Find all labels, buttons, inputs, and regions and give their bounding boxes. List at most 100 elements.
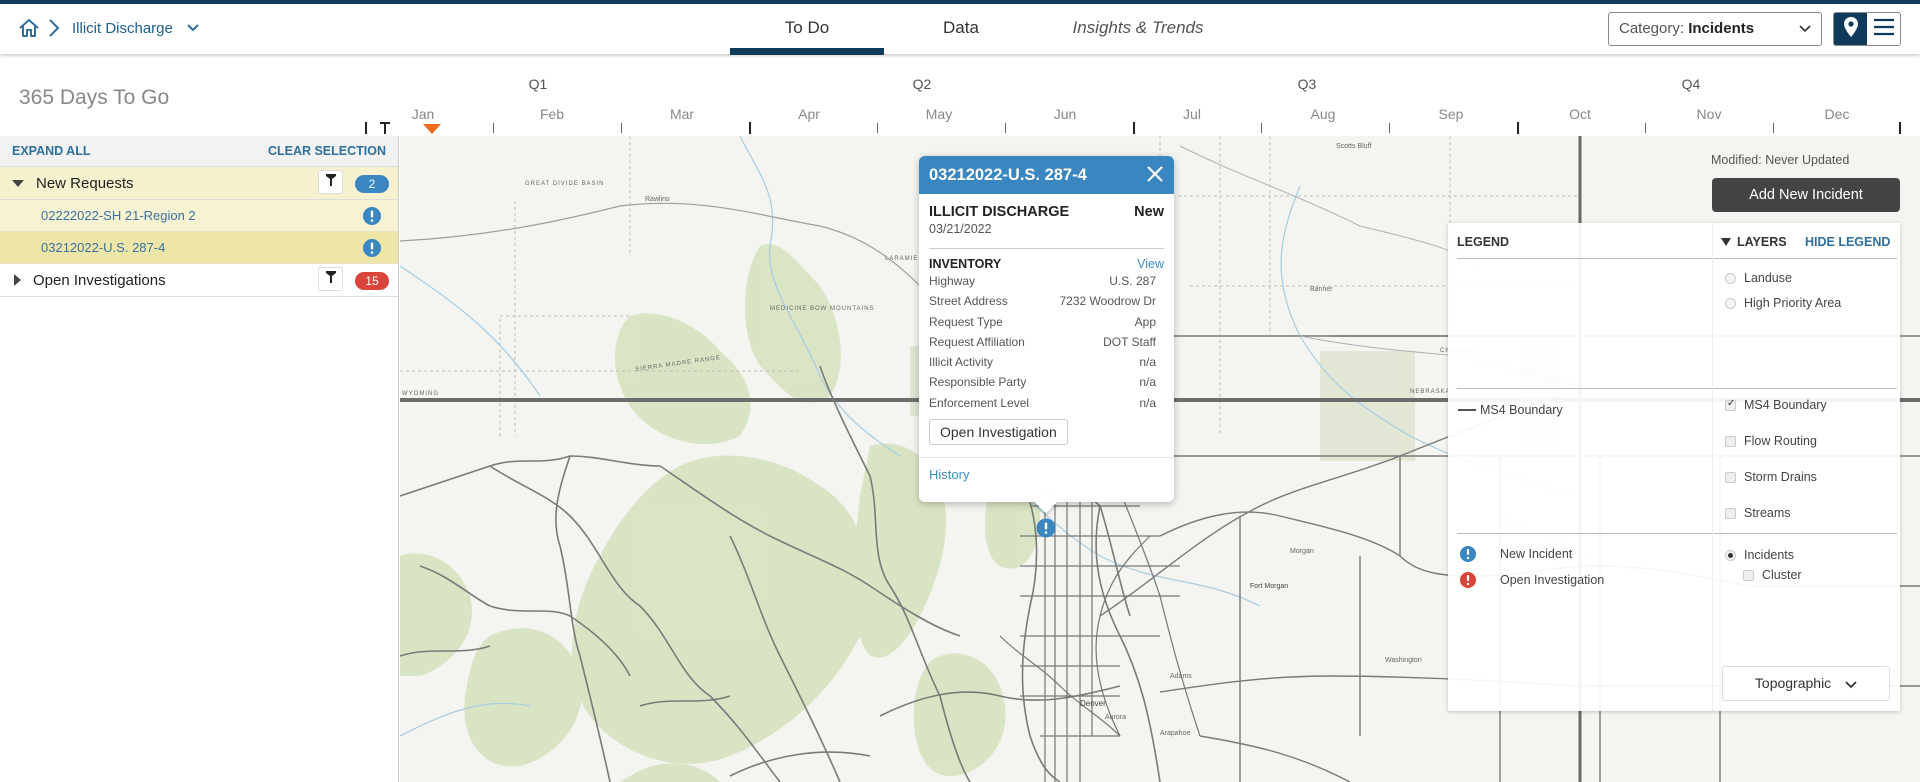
module-name[interactable]: Illicit Discharge <box>72 20 173 37</box>
line-swatch-icon <box>1458 409 1476 411</box>
field-label: Enforcement Level <box>929 395 1030 410</box>
field-label: Illicit Activity <box>929 355 994 370</box>
checkbox[interactable] <box>1743 569 1754 581</box>
layer-check-storm-drains[interactable]: Storm Drains <box>1725 470 1817 484</box>
field-value: App <box>1134 314 1156 329</box>
tab-insights-trends[interactable]: Insights & Trends <box>1038 4 1238 54</box>
home-icon[interactable] <box>18 18 40 38</box>
modified-status: Modified: Never Updated <box>1711 153 1850 167</box>
field-label: Responsible Party <box>929 375 1027 390</box>
map-label: Banner <box>1310 286 1333 293</box>
sidebar-actions: EXPAND ALL CLEAR SELECTION <box>0 136 398 167</box>
legend-label: Open Investigation <box>1500 573 1605 587</box>
group-open-investigations[interactable]: Open Investigations 15 <box>0 264 398 297</box>
new-incident-icon <box>363 239 381 262</box>
month-label: Dec <box>1824 106 1850 122</box>
map-label: Rawlins <box>645 196 670 203</box>
count-badge: 2 <box>355 175 389 193</box>
radio-button[interactable] <box>1725 297 1736 309</box>
layer-label: Streams <box>1744 506 1791 520</box>
list-view-button[interactable] <box>1867 13 1900 45</box>
layer-check-flow-routing[interactable]: Flow Routing <box>1725 434 1817 448</box>
tab-data[interactable]: Data <box>884 4 1038 54</box>
layer-check-streams[interactable]: Streams <box>1725 506 1791 520</box>
layers-title: LAYERS <box>1737 235 1787 249</box>
field-row: Highway U.S. 287 <box>929 271 1164 291</box>
map-label: Aurora <box>1105 714 1127 721</box>
month-tick <box>493 123 494 133</box>
request-id: 02222022-SH 21-Region 2 <box>41 208 196 223</box>
legend-label: MS4 Boundary <box>1480 403 1563 417</box>
chevron-down-icon[interactable] <box>187 19 199 37</box>
layer-check-ms4-boundary[interactable]: MS4 Boundary <box>1725 398 1827 412</box>
layer-radio-landuse[interactable]: Landuse <box>1725 271 1792 285</box>
category-prefix: Category: <box>1619 20 1685 37</box>
days-to-go: 365 Days To Go <box>19 86 170 109</box>
field-row: Request Type App <box>929 312 1164 332</box>
field-value: 7232 Woodrow Dr <box>1059 294 1157 309</box>
quarter-tick <box>749 122 751 134</box>
checkbox[interactable] <box>1725 398 1736 411</box>
inventory-heading: INVENTORY <box>929 257 1002 271</box>
legend-panel: LEGEND MS4 Boundary New Incident Open In… <box>1448 223 1900 711</box>
expand-all-link[interactable]: EXPAND ALL <box>12 144 90 158</box>
close-icon[interactable] <box>1146 165 1164 188</box>
incident-date: 03/21/2022 <box>929 222 992 236</box>
month-label: Sep <box>1438 106 1464 122</box>
add-new-incident-button[interactable]: Add New Incident <box>1712 178 1900 212</box>
list-item[interactable]: 03212022-U.S. 287-4 <box>0 232 398 264</box>
timeline[interactable]: Q1 Q2 Q3 Q4 Jan Feb Mar Apr May Jun Jul … <box>362 72 1902 136</box>
layer-radio-incidents[interactable]: Incidents <box>1725 548 1794 562</box>
month-label: Oct <box>1569 106 1591 122</box>
month-label: May <box>925 106 953 122</box>
layers-section: LAYERS HIDE LEGEND Landuse High Priority… <box>1712 223 1900 711</box>
field-value: DOT Staff <box>1103 334 1156 349</box>
collapse-triangle-icon <box>1721 238 1731 246</box>
checkbox[interactable] <box>1725 507 1736 519</box>
checkbox[interactable] <box>1725 471 1736 483</box>
layer-radio-high-priority-area[interactable]: High Priority Area <box>1725 296 1841 310</box>
map-label: Morgan <box>1290 548 1314 555</box>
history-link[interactable]: History <box>929 467 969 482</box>
checkbox[interactable] <box>1725 435 1736 447</box>
month-tick <box>1645 123 1646 133</box>
map-label: Arapahoe <box>1160 730 1191 737</box>
map-view-button[interactable] <box>1834 13 1867 45</box>
group-new-requests[interactable]: New Requests 2 <box>0 167 398 200</box>
group-filter-button[interactable] <box>318 170 343 194</box>
incident-map-marker[interactable] <box>1036 518 1056 543</box>
month-label: Nov <box>1696 106 1722 122</box>
open-investigation-icon <box>1460 572 1476 588</box>
chevron-down-icon <box>1799 13 1811 57</box>
list-item[interactable]: 02222022-SH 21-Region 2 <box>0 200 398 232</box>
month-label: Jan <box>411 106 435 122</box>
group-filter-button[interactable] <box>318 267 343 291</box>
open-investigation-button[interactable]: Open Investigation <box>929 419 1068 446</box>
month-tick <box>1773 123 1774 133</box>
tab-to-do[interactable]: To Do <box>730 4 884 55</box>
layer-label: Cluster <box>1762 568 1802 582</box>
map-label: Adams <box>1170 673 1192 680</box>
layer-label: Flow Routing <box>1744 434 1817 448</box>
view-link[interactable]: View <box>1137 257 1164 271</box>
layers-toggle[interactable]: LAYERS <box>1721 235 1787 249</box>
radio-button[interactable] <box>1725 549 1736 561</box>
app-header: Illicit Discharge To Do Data Insights & … <box>0 4 1920 55</box>
filter-icon <box>325 173 336 191</box>
legend-item-open-investigation: Open Investigation <box>1460 572 1604 588</box>
breadcrumb: Illicit Discharge <box>18 18 199 38</box>
quarter-label: Q1 <box>528 76 548 92</box>
legend-title: LEGEND <box>1457 235 1510 249</box>
basemap-select[interactable]: Topographic <box>1722 666 1890 701</box>
radio-button[interactable] <box>1725 272 1736 284</box>
layer-check-cluster[interactable]: Cluster <box>1743 568 1802 582</box>
hide-legend-link[interactable]: HIDE LEGEND <box>1805 235 1890 249</box>
category-select[interactable]: Category: Incidents <box>1608 12 1822 46</box>
layer-label: Incidents <box>1744 548 1795 562</box>
expand-triangle-icon[interactable] <box>14 274 21 286</box>
collapse-triangle-icon[interactable] <box>12 179 24 187</box>
map-label: Fort Morgan <box>1250 583 1289 590</box>
clear-selection-link[interactable]: CLEAR SELECTION <box>268 144 386 158</box>
field-row: Enforcement Level n/a <box>929 393 1164 413</box>
popup-title: 03212022-U.S. 287-4 <box>929 165 1087 184</box>
